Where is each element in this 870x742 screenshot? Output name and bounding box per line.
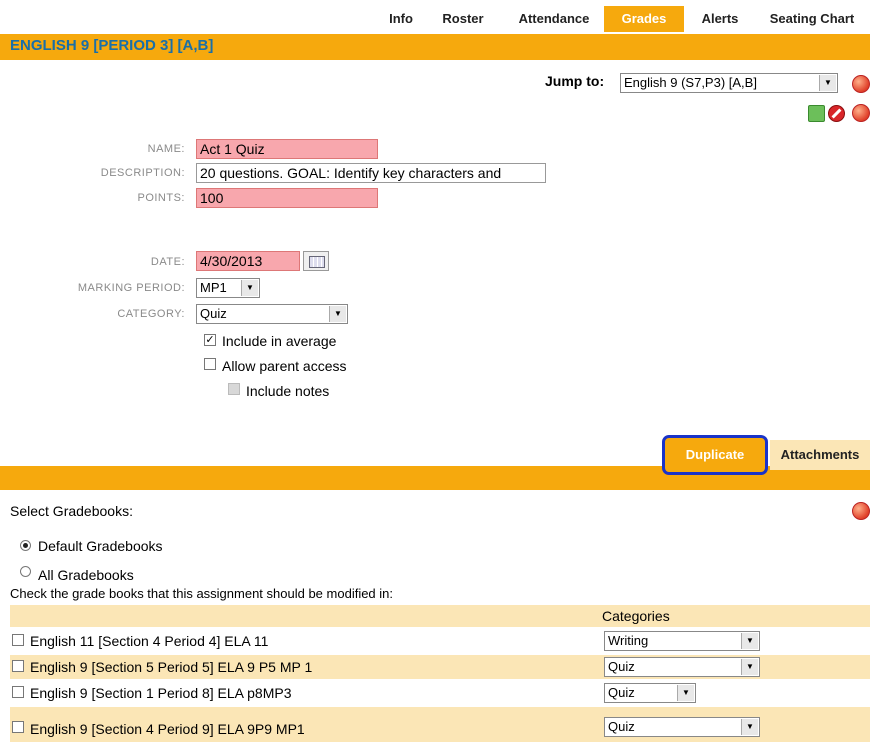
points-label: POINTS:	[137, 192, 185, 204]
allow-parent-label: Allow parent access	[222, 358, 347, 374]
info-icon[interactable]	[852, 75, 870, 93]
name-label: NAME:	[147, 143, 185, 155]
include-average-label: Include in average	[222, 333, 337, 349]
gradebook-checkbox[interactable]	[12, 634, 24, 646]
calendar-icon[interactable]	[303, 251, 329, 271]
include-average-checkbox[interactable]: ✓	[204, 334, 216, 346]
name-input[interactable]: Act 1 Quiz	[196, 139, 378, 159]
jump-to-value: English 9 (S7,P3) [A,B]	[624, 75, 757, 90]
duplicate-label: Duplicate	[685, 447, 745, 462]
all-gradebooks-label: All Gradebooks	[38, 567, 134, 583]
table-header: Categories	[10, 605, 870, 627]
chevron-down-icon: ▼	[741, 659, 758, 675]
jump-to-label: Jump to:	[545, 73, 605, 89]
gradebook-checkbox[interactable]	[12, 721, 24, 733]
description-label: DESCRIPTION:	[100, 167, 185, 179]
attachments-button[interactable]: Attachments	[770, 440, 870, 470]
info-icon[interactable]	[852, 502, 870, 520]
gradebook-name: English 9 [Section 5 Period 5] ELA 9 P5 …	[30, 659, 313, 675]
gradebook-category-value: Writing	[608, 633, 649, 648]
table-row: English 9 [Section 4 Period 9] ELA 9P9 M…	[10, 707, 870, 742]
tab-info[interactable]: Info	[378, 6, 424, 32]
gradebook-category-value: Quiz	[608, 719, 635, 734]
category-value: Quiz	[200, 306, 227, 321]
marking-period-value: MP1	[200, 280, 227, 295]
gradebook-table: Categories English 11 [Section 4 Period …	[10, 605, 870, 742]
include-notes-checkbox[interactable]	[228, 383, 240, 395]
gradebook-category-value: Quiz	[608, 659, 635, 674]
marking-period-select[interactable]: MP1 ▼	[196, 278, 260, 298]
jump-to-select[interactable]: English 9 (S7,P3) [A,B] ▼	[620, 73, 838, 93]
tab-roster[interactable]: Roster	[432, 6, 494, 32]
select-gradebooks-label: Select Gradebooks:	[10, 503, 133, 519]
categories-header: Categories	[602, 608, 670, 624]
gradebook-checkbox[interactable]	[12, 686, 24, 698]
tab-attendance[interactable]: Attendance	[506, 6, 602, 32]
tab-grades[interactable]: Grades	[604, 6, 684, 32]
table-row: English 9 [Section 5 Period 5] ELA 9 P5 …	[10, 655, 870, 679]
chevron-down-icon: ▼	[819, 75, 836, 91]
info-icon[interactable]	[852, 104, 870, 122]
tab-alerts[interactable]: Alerts	[690, 6, 750, 32]
date-label: DATE:	[150, 256, 185, 268]
delete-icon[interactable]	[828, 105, 845, 122]
gradebook-checkbox[interactable]	[12, 660, 24, 672]
chevron-down-icon: ▼	[741, 633, 758, 649]
gradebook-category-select[interactable]: Quiz ▼	[604, 683, 696, 703]
duplicate-button[interactable]: Duplicate	[662, 435, 768, 475]
gradebook-category-select[interactable]: Quiz ▼	[604, 717, 760, 737]
marking-period-label: MARKING PERIOD:	[77, 282, 185, 294]
gradebook-category-select[interactable]: Quiz ▼	[604, 657, 760, 677]
table-row: English 11 [Section 4 Period 4] ELA 11 W…	[10, 629, 870, 653]
table-row: English 9 [Section 1 Period 8] ELA p8MP3…	[10, 681, 870, 705]
gradebook-name: English 9 [Section 1 Period 8] ELA p8MP3	[30, 685, 292, 701]
chevron-down-icon: ▼	[677, 685, 694, 701]
all-gradebooks-radio[interactable]	[20, 566, 31, 577]
category-label: CATEGORY:	[117, 308, 185, 320]
points-input[interactable]: 100	[196, 188, 378, 208]
chevron-down-icon: ▼	[329, 306, 346, 322]
default-gradebooks-label: Default Gradebooks	[38, 538, 163, 554]
allow-parent-checkbox[interactable]	[204, 358, 216, 370]
chevron-down-icon: ▼	[241, 280, 258, 296]
page-title: ENGLISH 9 [PERIOD 3] [A,B]	[10, 37, 214, 54]
include-notes-label: Include notes	[246, 383, 330, 399]
gradebook-category-select[interactable]: Writing ▼	[604, 631, 760, 651]
gradebook-name: English 9 [Section 4 Period 9] ELA 9P9 M…	[30, 721, 305, 737]
default-gradebooks-radio[interactable]	[20, 540, 31, 551]
gradebooks-instructions: Check the grade books that this assignme…	[10, 586, 394, 601]
category-select[interactable]: Quiz ▼	[196, 304, 348, 324]
gradebook-name: English 11 [Section 4 Period 4] ELA 11	[30, 633, 269, 649]
gradebook-category-value: Quiz	[608, 685, 635, 700]
nav-tabs: Info Roster Attendance Grades Alerts Sea…	[0, 0, 870, 34]
title-bar: ENGLISH 9 [PERIOD 3] [A,B]	[0, 34, 870, 60]
tab-seating-chart[interactable]: Seating Chart	[756, 6, 868, 32]
description-input[interactable]: 20 questions. GOAL: Identify key charact…	[196, 163, 546, 183]
chevron-down-icon: ▼	[741, 719, 758, 735]
date-input[interactable]: 4/30/2013	[196, 251, 300, 271]
save-icon[interactable]	[808, 105, 825, 122]
